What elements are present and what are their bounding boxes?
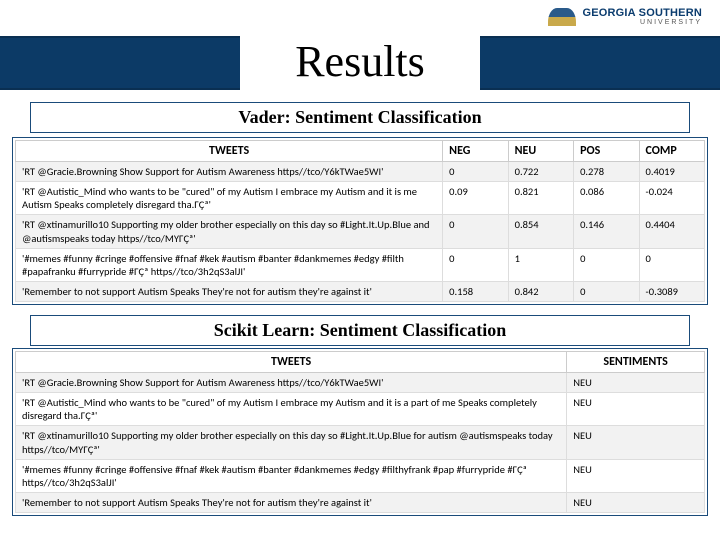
cell-tweet: 'Remember to not support Autism Speaks T… bbox=[16, 492, 567, 512]
cell-neg: 0.158 bbox=[443, 281, 508, 301]
cell-sent: NEU bbox=[567, 373, 705, 393]
logo-sub: UNIVERSITY bbox=[582, 19, 702, 26]
brand-logo: GEORGIA SOUTHERN UNIVERSITY bbox=[548, 8, 702, 26]
section-scikit-title: Scikit Learn: Sentiment Classification bbox=[30, 315, 690, 346]
table-row: 'Remember to not support Autism Speaks T… bbox=[16, 492, 705, 512]
cell-neg: 0 bbox=[443, 248, 508, 281]
table-row: 'RT @Gracie.Browning Show Support for Au… bbox=[16, 373, 705, 393]
table-row: '#memes #funny #cringe #offensive #fnaf … bbox=[16, 248, 705, 281]
cell-sent: NEU bbox=[567, 426, 705, 459]
cell-pos: 0.146 bbox=[574, 215, 639, 248]
cell-pos: 0.086 bbox=[574, 182, 639, 215]
table-row: 'RT @Autistic_Mind who wants to be "cure… bbox=[16, 393, 705, 426]
cell-neu: 0.821 bbox=[508, 182, 573, 215]
cell-comp: -0.024 bbox=[639, 182, 704, 215]
cell-neu: 0.722 bbox=[508, 162, 573, 182]
col-neu: NEU bbox=[508, 141, 573, 162]
cell-comp: -0.3089 bbox=[639, 281, 704, 301]
col-pos: POS bbox=[574, 141, 639, 162]
cell-neu: 0.854 bbox=[508, 215, 573, 248]
cell-tweet: '#memes #funny #cringe #offensive #fnaf … bbox=[16, 459, 567, 492]
cell-neg: 0.09 bbox=[443, 182, 508, 215]
scikit-table-wrap: TWEETS SENTIMENTS 'RT @Gracie.Browning S… bbox=[12, 348, 708, 516]
cell-tweet: 'Remember to not support Autism Speaks T… bbox=[16, 281, 443, 301]
table-row: 'RT @Gracie.Browning Show Support for Au… bbox=[16, 162, 705, 182]
cell-comp: 0.4019 bbox=[639, 162, 704, 182]
table-row: 'RT @xtinamurillo10 Supporting my older … bbox=[16, 215, 705, 248]
cell-tweet: 'RT @xtinamurillo10 Supporting my older … bbox=[16, 426, 567, 459]
logo-name: GEORGIA SOUTHERN bbox=[582, 7, 702, 19]
vader-table: TWEETS NEG NEU POS COMP 'RT @Gracie.Brow… bbox=[15, 140, 705, 302]
slide-title: Results bbox=[240, 32, 480, 91]
cell-sent: NEU bbox=[567, 492, 705, 512]
cell-sent: NEU bbox=[567, 393, 705, 426]
table-row: '#memes #funny #cringe #offensive #fnaf … bbox=[16, 459, 705, 492]
col-comp: COMP bbox=[639, 141, 704, 162]
slide-content: Vader: Sentiment Classification TWEETS N… bbox=[12, 98, 708, 516]
cell-comp: 0 bbox=[639, 248, 704, 281]
logo-text: GEORGIA SOUTHERN UNIVERSITY bbox=[582, 8, 702, 26]
cell-tweet: 'RT @Autistic_Mind who wants to be "cure… bbox=[16, 393, 567, 426]
cell-neg: 0 bbox=[443, 162, 508, 182]
cell-tweet: 'RT @Gracie.Browning Show Support for Au… bbox=[16, 162, 443, 182]
scikit-table: TWEETS SENTIMENTS 'RT @Gracie.Browning S… bbox=[15, 351, 705, 513]
cell-comp: 0.4404 bbox=[639, 215, 704, 248]
cell-pos: 0.278 bbox=[574, 162, 639, 182]
table-row: 'Remember to not support Autism Speaks T… bbox=[16, 281, 705, 301]
col-neg: NEG bbox=[443, 141, 508, 162]
cell-tweet: 'RT @Autistic_Mind who wants to be "cure… bbox=[16, 182, 443, 215]
section-vader-title: Vader: Sentiment Classification bbox=[30, 102, 690, 133]
cell-tweet: 'RT @Gracie.Browning Show Support for Au… bbox=[16, 373, 567, 393]
cell-sent: NEU bbox=[567, 459, 705, 492]
cell-tweet: 'RT @xtinamurillo10 Supporting my older … bbox=[16, 215, 443, 248]
cell-neu: 1 bbox=[508, 248, 573, 281]
cell-pos: 0 bbox=[574, 248, 639, 281]
col-sentiments: SENTIMENTS bbox=[567, 352, 705, 373]
cell-pos: 0 bbox=[574, 281, 639, 301]
col-tweets: TWEETS bbox=[16, 352, 567, 373]
logo-mark-icon bbox=[548, 8, 576, 26]
cell-tweet: '#memes #funny #cringe #offensive #fnaf … bbox=[16, 248, 443, 281]
table-row: 'RT @xtinamurillo10 Supporting my older … bbox=[16, 426, 705, 459]
col-tweets: TWEETS bbox=[16, 141, 443, 162]
cell-neg: 0 bbox=[443, 215, 508, 248]
vader-table-wrap: TWEETS NEG NEU POS COMP 'RT @Gracie.Brow… bbox=[12, 137, 708, 305]
table-row: 'RT @Autistic_Mind who wants to be "cure… bbox=[16, 182, 705, 215]
cell-neu: 0.842 bbox=[508, 281, 573, 301]
